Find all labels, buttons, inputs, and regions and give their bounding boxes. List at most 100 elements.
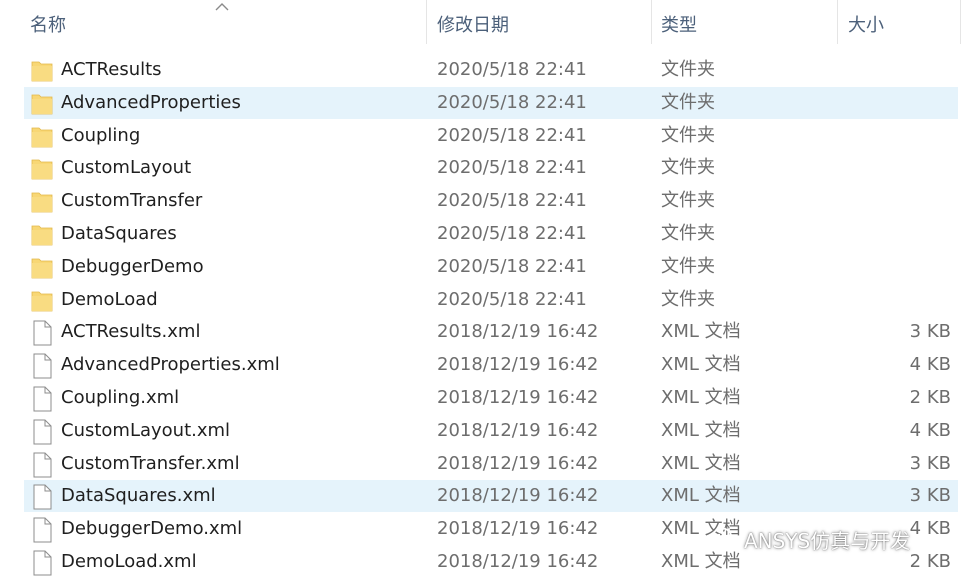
file-type: XML 文档 (661, 386, 741, 408)
folder-icon (31, 91, 53, 115)
file-date-modified: 2018/12/19 16:42 (437, 550, 599, 572)
folder-icon (31, 189, 53, 213)
file-name: ACTResults.xml (61, 321, 201, 343)
file-row[interactable]: DataSquares 2020/5/18 22:41 文件夹 (0, 218, 969, 251)
file-type: XML 文档 (661, 518, 741, 540)
file-row[interactable]: DemoLoad 2020/5/18 22:41 文件夹 (0, 284, 969, 317)
file-name: Coupling.xml (61, 386, 180, 408)
file-date-modified: 2020/5/18 22:41 (437, 59, 587, 80)
file-icon (31, 452, 53, 478)
column-header-date-label: 修改日期 (437, 15, 509, 36)
file-type: 文件夹 (661, 59, 715, 80)
file-type: XML 文档 (661, 485, 741, 507)
file-icon (31, 419, 53, 445)
file-row[interactable]: DataSquares.xml 2018/12/19 16:42 XML 文档 3 K… (0, 480, 969, 513)
column-header-size[interactable]: 大小 (840, 0, 960, 48)
file-icon (31, 320, 53, 346)
file-icon (31, 517, 53, 543)
file-row[interactable]: CustomTransfer.xml 2018/12/19 16:42 XML 文档… (0, 448, 969, 481)
file-name: DemoLoad (61, 288, 158, 310)
folder-icon (31, 255, 53, 279)
file-size: 4 KB (909, 419, 951, 441)
column-header-bar: 名称 修改日期 类型 大小 (0, 0, 969, 48)
file-name: ACTResults (61, 59, 162, 80)
file-size: 4 KB (909, 518, 951, 540)
file-row[interactable]: CustomLayout 2020/5/18 22:41 文件夹 (0, 152, 969, 185)
folder-icon (31, 222, 53, 246)
folder-icon (31, 288, 53, 312)
file-date-modified: 2018/12/19 16:42 (437, 354, 599, 376)
file-icon (31, 484, 53, 510)
file-size: 3 KB (909, 321, 951, 343)
file-row[interactable]: CustomLayout.xml 2018/12/19 16:42 XML 文档 4 … (0, 415, 969, 448)
folder-icon (31, 156, 53, 180)
file-name: AdvancedProperties.xml (61, 354, 280, 376)
column-header-date[interactable]: 修改日期 (429, 0, 651, 48)
file-date-modified: 2020/5/18 22:41 (437, 288, 587, 310)
file-name: AdvancedProperties (61, 91, 241, 113)
file-date-modified: 2018/12/19 16:42 (437, 321, 599, 343)
column-header-type[interactable]: 类型 (653, 0, 837, 48)
file-type: XML 文档 (661, 321, 741, 343)
file-date-modified: 2020/5/18 22:41 (437, 157, 587, 179)
file-type: 文件夹 (661, 124, 715, 146)
column-divider[interactable] (960, 0, 961, 44)
file-type: 文件夹 (661, 91, 715, 113)
file-icon (31, 550, 53, 576)
file-name: DataSquares.xml (61, 485, 216, 507)
file-row[interactable]: Coupling 2020/5/18 22:41 文件夹 (0, 120, 969, 153)
file-name: DataSquares (61, 222, 177, 244)
file-name: DebuggerDemo.xml (61, 518, 243, 540)
file-date-modified: 2020/5/18 22:41 (437, 222, 587, 244)
file-type: 文件夹 (661, 190, 715, 212)
column-divider[interactable] (837, 0, 838, 44)
folder-icon (31, 58, 53, 82)
file-size: 3 KB (909, 452, 951, 474)
file-date-modified: 2020/5/18 22:41 (437, 190, 587, 212)
file-type: 文件夹 (661, 222, 715, 244)
file-name: DebuggerDemo (61, 255, 204, 277)
file-row[interactable]: DebuggerDemo.xml 2018/12/19 16:42 XML 文档 4 … (0, 513, 969, 546)
file-row[interactable]: AdvancedProperties 2020/5/18 22:41 文件夹 (0, 86, 969, 120)
file-date-modified: 2018/12/19 16:42 (437, 452, 599, 474)
file-list: ACTResults 2020/5/18 22:41 文件夹 AdvancedProp… (0, 54, 969, 579)
file-name: CustomLayout (61, 157, 192, 179)
file-type: 文件夹 (661, 157, 715, 179)
file-size: 2 KB (909, 386, 951, 408)
file-date-modified: 2020/5/18 22:41 (437, 255, 587, 277)
file-row[interactable]: DemoLoad.xml 2018/12/19 16:42 XML 文档 2 KB (0, 546, 969, 579)
file-row[interactable]: CustomTransfer 2020/5/18 22:41 文件夹 (0, 185, 969, 218)
column-divider[interactable] (651, 0, 652, 44)
column-divider[interactable] (426, 0, 427, 44)
file-row[interactable]: ACTResults 2020/5/18 22:41 文件夹 (0, 54, 969, 87)
file-date-modified: 2018/12/19 16:42 (437, 419, 599, 441)
file-date-modified: 2020/5/18 22:41 (437, 91, 587, 113)
file-type: 文件夹 (661, 255, 715, 277)
file-size: 4 KB (909, 354, 951, 376)
file-row[interactable]: AdvancedProperties.xml 2018/12/19 16:42 XM… (0, 349, 969, 382)
file-type: 文件夹 (661, 288, 715, 310)
file-name: CustomTransfer.xml (61, 452, 240, 474)
folder-icon (31, 124, 53, 148)
file-size: 2 KB (909, 550, 951, 572)
file-type: XML 文档 (661, 354, 741, 376)
file-date-modified: 2020/5/18 22:41 (437, 124, 587, 146)
file-row[interactable]: ACTResults.xml 2018/12/19 16:42 XML 文档 3 KB (0, 316, 969, 349)
sort-up-icon (214, 0, 230, 12)
file-type: XML 文档 (661, 550, 741, 572)
file-type: XML 文档 (661, 452, 741, 474)
file-date-modified: 2018/12/19 16:42 (437, 386, 599, 408)
column-header-type-label: 类型 (661, 15, 697, 36)
file-name: CustomLayout.xml (61, 419, 231, 441)
file-icon (31, 353, 53, 379)
file-row[interactable]: Coupling.xml 2018/12/19 16:42 XML 文档 2 KB (0, 382, 969, 415)
file-explorer: 名称 修改日期 类型 大小 ACTResults 2020/5/18 22:41 文… (0, 0, 969, 583)
file-icon (31, 386, 53, 412)
file-row[interactable]: DebuggerDemo 2020/5/18 22:41 文件夹 (0, 251, 969, 284)
file-date-modified: 2018/12/19 16:42 (437, 485, 599, 507)
column-header-name-label: 名称 (30, 15, 66, 36)
file-size: 3 KB (909, 485, 951, 507)
file-name: CustomTransfer (61, 190, 203, 212)
file-type: XML 文档 (661, 419, 741, 441)
column-header-size-label: 大小 (848, 15, 884, 36)
